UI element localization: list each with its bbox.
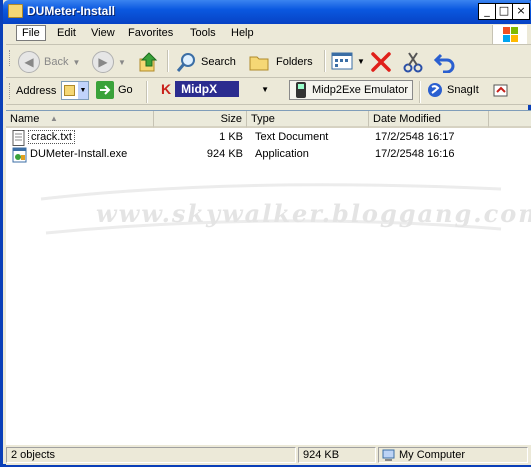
minimize-button[interactable]: _ xyxy=(478,3,496,20)
delete-button[interactable] xyxy=(370,51,392,73)
go-label: Go xyxy=(118,84,133,96)
search-button[interactable]: Search xyxy=(175,51,236,73)
maximize-button[interactable]: □ xyxy=(495,3,513,20)
menu-edit[interactable]: Edit xyxy=(57,27,76,39)
title-bar[interactable]: DUMeter-Install _ □ × xyxy=(3,0,531,24)
toolbar-separator xyxy=(167,50,169,72)
forward-arrow-icon: ▶ xyxy=(92,51,114,73)
go-button[interactable]: Go xyxy=(96,81,133,99)
standard-toolbar: ◀ Back ▼ ▶ ▼ Search Folders ▼ xyxy=(6,45,531,78)
undo-button[interactable] xyxy=(433,51,457,73)
watermark-text: www.skywalker.bloggang.com xyxy=(96,199,531,228)
file-date: 17/2/2548 16:17 xyxy=(375,131,455,143)
menu-tools[interactable]: Tools xyxy=(190,27,216,39)
status-location-label: My Computer xyxy=(399,449,466,461)
status-location: My Computer xyxy=(378,447,528,463)
menu-favorites[interactable]: Favorites xyxy=(128,27,173,39)
exe-file-icon xyxy=(12,147,27,163)
toolbar-grip[interactable] xyxy=(9,50,13,66)
column-header-type[interactable]: Type xyxy=(247,111,369,128)
address-dropdown-icon[interactable]: ▼ xyxy=(78,82,88,99)
back-label: Back xyxy=(44,56,69,68)
up-folder-icon xyxy=(139,52,158,72)
address-folder-icon xyxy=(64,85,75,96)
column-header-date-modified[interactable]: Date Modified xyxy=(369,111,489,128)
file-type: Text Document xyxy=(255,131,329,143)
file-size: 1 KB xyxy=(219,131,243,143)
toolbar-separator xyxy=(146,81,148,103)
snagit-button[interactable]: SnagIt xyxy=(427,82,479,98)
folders-icon xyxy=(249,56,269,71)
address-toolbar: Address ▼ Go K MidpX ▼ Midp2Exe Emulator xyxy=(6,78,531,105)
midpx-logo-label: MidpX xyxy=(175,81,240,97)
forward-button[interactable]: ▶ ▼ xyxy=(92,51,126,73)
midpx-button[interactable]: K MidpX ▼ xyxy=(161,81,269,97)
emulator-label: Midp2Exe Emulator xyxy=(312,84,408,96)
midp2exe-emulator-button[interactable]: Midp2Exe Emulator xyxy=(289,80,413,100)
go-arrow-icon xyxy=(96,81,114,99)
text-file-icon xyxy=(12,130,25,146)
file-date: 17/2/2548 16:16 xyxy=(375,148,455,160)
my-computer-icon xyxy=(382,449,395,461)
windows-logo-icon xyxy=(492,25,527,44)
window-title: DUMeter-Install xyxy=(27,4,116,18)
folders-label: Folders xyxy=(276,56,313,68)
back-dropdown-icon[interactable]: ▼ xyxy=(72,58,80,67)
list-item[interactable]: DUMeter-Install.exe 924 KB Application 1… xyxy=(6,147,531,163)
menu-view[interactable]: View xyxy=(91,27,115,39)
cut-button[interactable] xyxy=(402,51,424,73)
folder-icon xyxy=(8,4,23,18)
status-objects: 2 objects xyxy=(6,447,296,463)
file-name: crack.txt xyxy=(28,130,75,144)
file-size: 924 KB xyxy=(206,148,243,160)
status-bar: 2 objects 924 KB My Computer xyxy=(6,444,531,465)
views-button[interactable]: ▼ xyxy=(331,51,365,71)
watermark: www.skywalker.bloggang.com xyxy=(36,171,531,251)
menu-file[interactable]: File xyxy=(16,25,46,41)
undo-arrow-icon xyxy=(433,53,455,73)
back-button[interactable]: ◀ Back ▼ xyxy=(18,51,80,73)
forward-dropdown-icon[interactable]: ▼ xyxy=(118,58,126,67)
toolbar-separator xyxy=(419,81,421,103)
column-header-filler xyxy=(489,111,531,128)
search-icon xyxy=(176,53,195,72)
phone-icon xyxy=(296,82,306,98)
file-list-view[interactable]: Name ▲ Size Type Date Modified crack.txt… xyxy=(6,110,531,445)
views-dropdown-icon[interactable]: ▼ xyxy=(357,57,365,66)
back-arrow-icon: ◀ xyxy=(18,51,40,73)
toolbar-separator xyxy=(324,50,326,72)
address-label: Address xyxy=(16,85,57,97)
capture-icon xyxy=(493,84,508,97)
delete-x-icon xyxy=(371,52,391,72)
menu-bar: File Edit View Favorites Tools Help xyxy=(6,24,531,45)
midpx-k-icon: K xyxy=(161,81,172,97)
snagit-label: SnagIt xyxy=(447,84,479,96)
address-input[interactable]: ▼ xyxy=(61,81,89,100)
column-name-label: Name xyxy=(10,113,40,125)
file-type: Application xyxy=(255,148,309,160)
sort-ascending-icon: ▲ xyxy=(50,114,58,123)
column-header-size[interactable]: Size xyxy=(154,111,247,128)
views-icon xyxy=(331,52,353,70)
scissors-icon xyxy=(403,52,423,73)
close-button[interactable]: × xyxy=(512,3,530,20)
column-header-name[interactable]: Name ▲ xyxy=(6,111,154,128)
list-item[interactable]: crack.txt 1 KB Text Document 17/2/2548 1… xyxy=(6,130,531,146)
folders-button[interactable]: Folders xyxy=(248,51,313,73)
capture-button[interactable] xyxy=(493,82,509,98)
midpx-dropdown-icon[interactable]: ▼ xyxy=(261,85,269,94)
explorer-window: DUMeter-Install _ □ × File Edit View Fav… xyxy=(0,0,531,467)
file-name: DUMeter-Install.exe xyxy=(30,148,128,160)
status-size: 924 KB xyxy=(298,447,376,463)
toolbar-grip[interactable] xyxy=(9,83,13,99)
snagit-icon xyxy=(428,83,442,97)
up-folder-button[interactable] xyxy=(138,51,160,73)
menu-help[interactable]: Help xyxy=(231,27,254,39)
search-label: Search xyxy=(201,56,236,68)
